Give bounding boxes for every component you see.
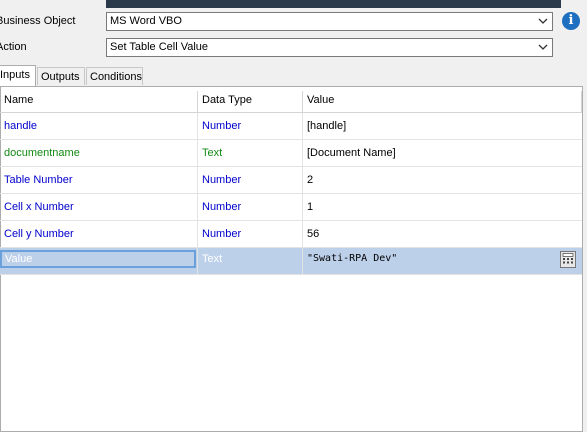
param-type: Number [198,221,303,247]
calculator-icon[interactable] [560,251,576,268]
param-name-cell[interactable]: Value [0,248,198,274]
action-value: Set Table Cell Value [110,41,209,53]
info-icon[interactable]: i [562,12,580,30]
grid-header: Name Data Type Value [0,91,582,113]
param-name-edit[interactable]: Value [0,250,196,268]
tab-conditions[interactable]: Conditions [86,67,143,85]
chevron-down-icon[interactable] [537,39,549,56]
business-object-value: MS Word VBO [110,15,182,27]
tab-inputs[interactable]: Inputs [0,65,36,86]
param-type: Number [198,167,303,193]
param-value[interactable]: 2 [303,167,582,193]
tab-outputs[interactable]: Outputs [37,67,85,85]
table-row[interactable]: Cell y Number Number 56 [0,221,582,248]
business-object-dropdown[interactable]: MS Word VBO [106,12,553,31]
param-type: Text [198,140,303,166]
param-value[interactable]: "Swati-RPA Dev" [307,253,397,264]
table-row[interactable]: handle Number [handle] [0,113,582,140]
table-row[interactable]: documentname Text [Document Name] [0,140,582,167]
param-type: Number [198,194,303,220]
column-header-name[interactable]: Name [0,91,198,112]
parameters-grid: Name Data Type Value handle Number [hand… [0,91,582,275]
action-dropdown[interactable]: Set Table Cell Value [106,38,553,57]
param-value[interactable]: 56 [303,221,582,247]
param-type: Text [198,248,303,274]
table-row[interactable]: Cell x Number Number 1 [0,194,582,221]
param-name: Cell x Number [0,194,198,220]
table-row[interactable]: Table Number Number 2 [0,167,582,194]
chevron-down-icon[interactable] [537,13,549,30]
param-value-cell[interactable]: "Swati-RPA Dev" [303,248,582,274]
param-value[interactable]: [Document Name] [303,140,582,166]
action-label: Action [0,41,27,53]
column-header-value[interactable]: Value [303,91,582,112]
inputs-panel: Name Data Type Value handle Number [hand… [0,86,583,432]
param-value[interactable]: 1 [303,194,582,220]
business-object-label: Business Object [0,15,76,27]
param-type: Number [198,113,303,139]
title-strip [106,0,561,8]
table-row-selected[interactable]: Value Text "Swati-RPA Dev" [0,248,582,275]
param-value[interactable]: [handle] [303,113,582,139]
column-header-data-type[interactable]: Data Type [198,91,303,112]
param-name: documentname [0,140,198,166]
param-name: Cell y Number [0,221,198,247]
param-name: handle [0,113,198,139]
param-name: Table Number [0,167,198,193]
